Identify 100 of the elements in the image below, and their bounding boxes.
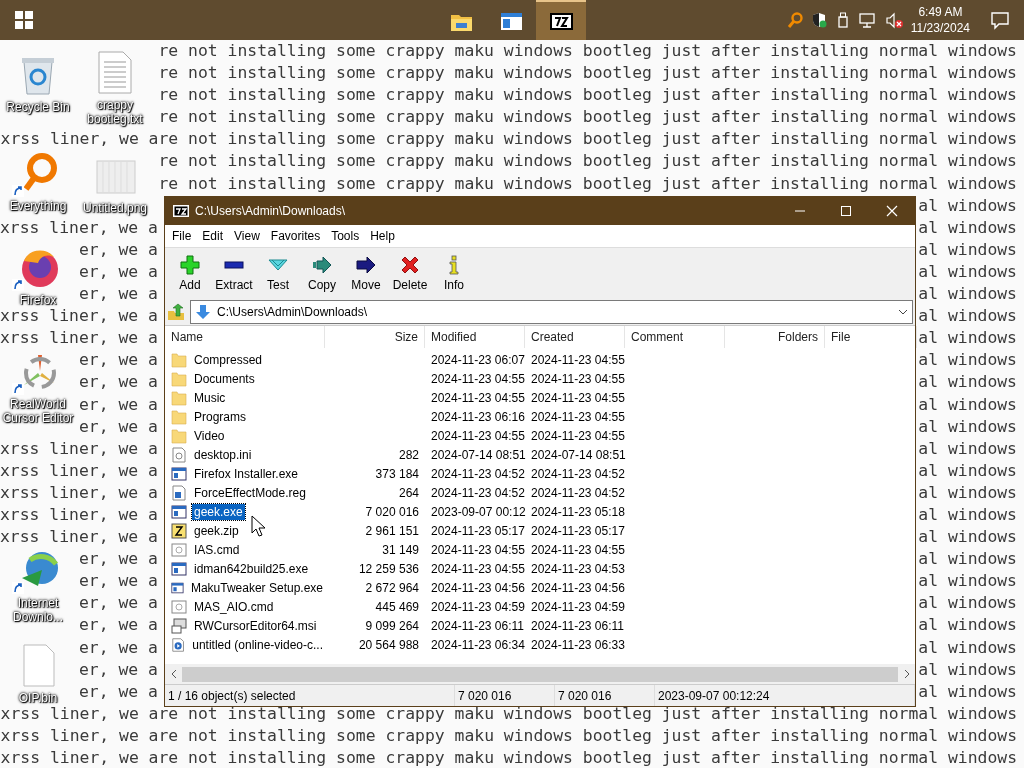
close-icon[interactable] <box>886 205 898 217</box>
shield-icon[interactable] <box>810 11 827 29</box>
wallpaper-text: al windows <box>918 481 1017 504</box>
menu-item[interactable]: Edit <box>197 229 230 243</box>
wallpaper-text: er, we a <box>78 260 158 283</box>
menu-item[interactable]: Tools <box>326 229 366 243</box>
clock-time[interactable]: 6:49 AM <box>918 4 963 20</box>
date-modified: 2024-11-23 04:55 <box>430 371 525 386</box>
wallpaper-text: er, we a <box>78 570 158 593</box>
menu-item[interactable]: File <box>167 229 198 243</box>
wallpaper-text: al windows <box>918 614 1017 637</box>
wallpaper-text: xrss liner, we are not installing some crappy maku windows bootleg just after installing normal windows <box>0 724 1017 747</box>
mouse-pointer-icon <box>251 515 265 537</box>
desktop-icon-label[interactable]: crappy bootleg.txt <box>77 98 153 126</box>
desktop-icon-label[interactable]: Everything <box>9 199 67 213</box>
wallpaper-text: al windows <box>918 349 1017 372</box>
toolbar-button[interactable]: Delete <box>388 254 432 292</box>
muted-speaker-icon[interactable] <box>884 11 903 29</box>
taskbar-app-button[interactable] <box>536 0 586 40</box>
file-name[interactable]: geek.exe <box>192 503 245 520</box>
file-name[interactable]: Programs <box>192 408 248 425</box>
scroll-right-icon[interactable] <box>903 669 910 679</box>
desktop-icon-label[interactable]: RealWorld Cursor Editor <box>0 397 76 425</box>
column-header[interactable]: Folders <box>725 326 825 348</box>
file-name[interactable]: desktop.ini <box>192 446 254 463</box>
column-header[interactable]: Comment <box>625 326 725 348</box>
file-name[interactable]: ForceEffectMode.reg <box>192 484 308 501</box>
wallpaper-text: re not installing some crappy maku windows bootleg just after installing normal windows <box>158 150 1017 173</box>
status-text: 1 / 16 object(s) selected <box>165 685 455 706</box>
toolbar-button[interactable]: Move <box>344 254 388 292</box>
file-name[interactable]: Video <box>192 427 227 444</box>
wallpaper-text: al windows <box>918 216 1017 239</box>
notifications-icon[interactable] <box>990 10 1010 30</box>
toolbar-button[interactable]: Extract <box>212 254 256 292</box>
menu-item[interactable]: Help <box>365 229 401 243</box>
column-header[interactable]: Modified <box>425 326 525 348</box>
toolbar-button[interactable]: Add <box>168 254 212 292</box>
date-created: 2024-11-23 05:18 <box>530 504 625 519</box>
dropdown-caret-icon[interactable] <box>898 308 908 315</box>
file-size: 2 672 964 <box>364 580 420 595</box>
desktop-icon-label[interactable]: Firefox <box>19 293 57 307</box>
file-name[interactable]: Music <box>192 389 228 406</box>
date-modified: 2024-11-23 04:55 <box>430 561 525 576</box>
date-created: 2024-11-23 04:55 <box>530 409 625 424</box>
column-header[interactable]: Name <box>165 326 325 348</box>
wallpaper-text: al windows <box>918 393 1017 416</box>
file-name[interactable]: IAS.cmd <box>192 541 242 558</box>
date-created: 2024-11-23 04:52 <box>530 485 625 500</box>
wallpaper-text: al windows <box>918 238 1017 261</box>
file-name[interactable]: Documents <box>192 370 257 387</box>
date-modified: 2024-11-23 04:55 <box>430 542 525 557</box>
search-icon[interactable] <box>786 11 803 29</box>
desktop-icon-label[interactable]: Recycle Bin <box>6 100 70 114</box>
wallpaper-text: al windows <box>918 526 1017 549</box>
date-modified: 2023-09-07 00:12 <box>430 504 525 519</box>
toolbar-button[interactable]: Copy <box>300 254 344 292</box>
column-header[interactable]: Created <box>525 326 625 348</box>
file-name[interactable]: MakuTweaker Setup.exe <box>188 579 325 596</box>
file-name[interactable]: Firefox Installer.exe <box>192 465 301 482</box>
folder-up-icon[interactable] <box>167 302 185 321</box>
column-header[interactable]: File <box>825 326 917 348</box>
file-name[interactable]: idman642build25.exe <box>192 560 311 577</box>
desktop-icon-label[interactable]: Internet Downlo... <box>0 596 76 624</box>
file-size: 12 259 536 <box>357 561 420 576</box>
wallpaper-text: re not installing some crappy maku windows bootleg just after installing normal windows <box>158 62 1017 85</box>
desktop-icon-label[interactable]: Untitled.png <box>82 201 147 215</box>
network-icon[interactable] <box>858 11 877 29</box>
wallpaper-text: xrss liner, we a <box>0 459 158 482</box>
scroll-left-icon[interactable] <box>170 669 177 679</box>
date-modified: 2024-11-23 04:55 <box>430 390 525 405</box>
maximize-icon[interactable] <box>840 205 852 217</box>
file-name[interactable]: RWCursorEditor64.msi <box>192 617 319 634</box>
date-created: 2024-11-23 04:53 <box>530 561 625 576</box>
toolbar-button[interactable]: Test <box>256 254 300 292</box>
date-created: 2024-11-23 06:33 <box>530 637 625 652</box>
file-name[interactable]: Compressed <box>192 351 265 368</box>
window-icon <box>499 10 523 32</box>
file-name[interactable]: untitled (online-video-c... <box>190 636 325 653</box>
scrollbar-thumb[interactable] <box>182 666 898 682</box>
wallpaper-text: al windows <box>918 437 1017 460</box>
wallpaper-text: er, we a <box>78 283 158 306</box>
wallpaper-text: al windows <box>918 327 1017 350</box>
desktop-icon-label[interactable]: OIP.bin <box>18 691 58 705</box>
clock-date[interactable]: 11/23/2024 <box>910 20 970 36</box>
zip-file-icon <box>171 522 187 539</box>
date-created: 2024-07-14 08:51 <box>530 447 625 462</box>
address-field[interactable]: C:\Users\Admin\Downloads\ <box>190 299 913 324</box>
file-name[interactable]: geek.zip <box>192 522 241 539</box>
plus-icon <box>180 254 200 275</box>
file-name[interactable]: MAS_AIO.cmd <box>192 598 276 615</box>
menu-item[interactable]: View <box>229 229 266 243</box>
wallpaper-text: al windows <box>918 305 1017 328</box>
horizontal-scrollbar[interactable] <box>165 664 915 684</box>
column-header[interactable]: Size <box>325 326 425 348</box>
wallpaper-text: xrss liner, we a <box>0 437 158 460</box>
date-created: 2024-11-23 04:55 <box>530 428 625 443</box>
toolbar-button[interactable]: Info <box>432 254 476 292</box>
wallpaper-text: xrss liner, we a <box>0 481 158 504</box>
menu-item[interactable]: Favorites <box>265 229 327 243</box>
windows-start-icon[interactable] <box>15 11 33 29</box>
